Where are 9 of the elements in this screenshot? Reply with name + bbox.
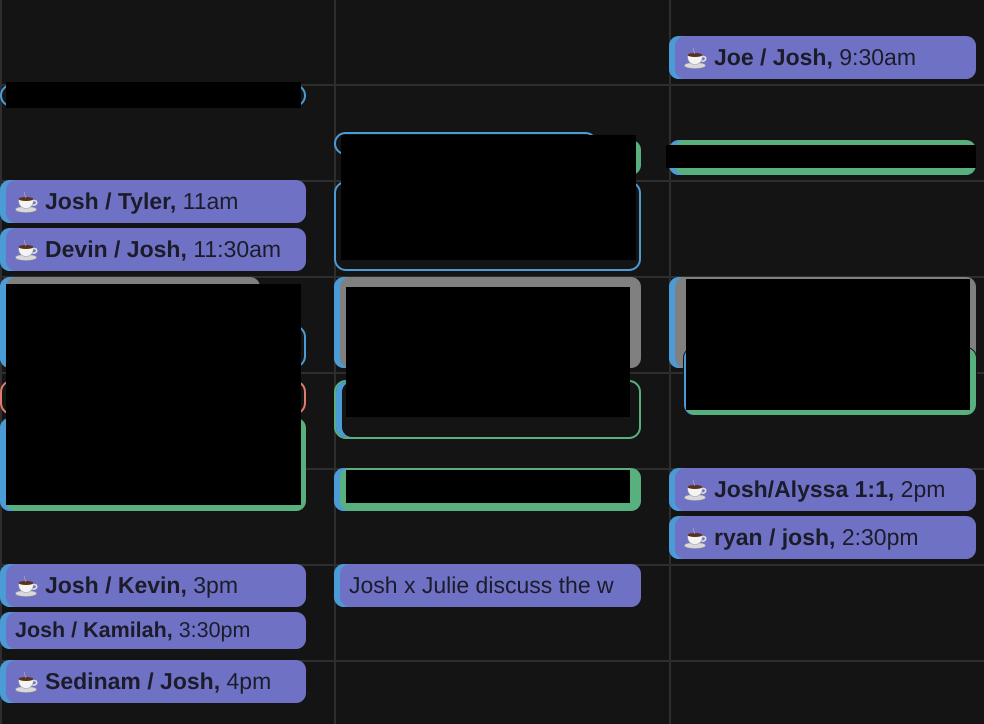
calendar-event[interactable]: Josh / Tyler, 11am: [0, 180, 306, 223]
calendar-event[interactable]: Joe / Josh, 9:30am: [669, 36, 976, 79]
calendar-event[interactable]: ryan / josh, 2:30pm: [669, 516, 976, 559]
calendar-event[interactable]: Devin / Josh, 11:30am: [0, 228, 306, 271]
calendar-event[interactable]: Josh / Kevin, 3pm: [0, 564, 306, 607]
calendar-event[interactable]: Sedinam / Josh, 4pm: [0, 660, 306, 703]
calendar-event[interactable]: Josh/Alyssa 1:1, 2pm: [669, 468, 976, 511]
calendar-event[interactable]: Josh / Kamilah, 3:30pm: [0, 612, 306, 649]
calendar-event[interactable]: Josh x Julie discuss the w: [334, 564, 641, 607]
